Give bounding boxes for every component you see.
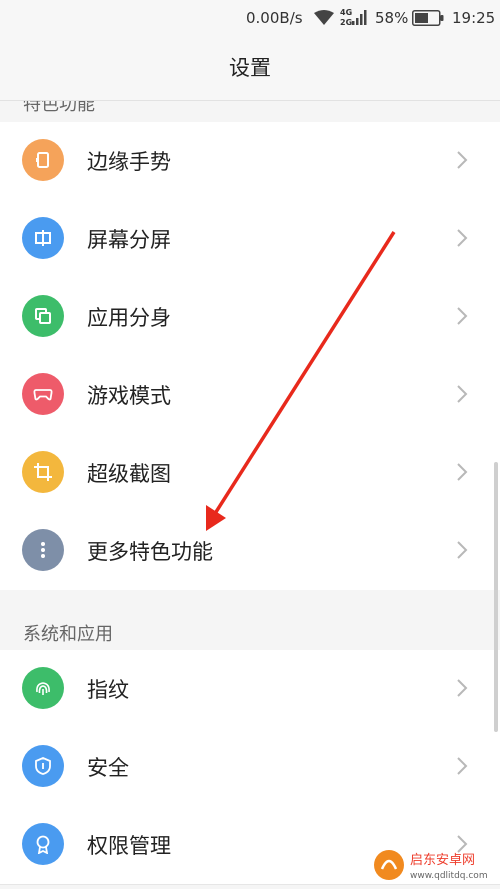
watermark-url: www.qdlitdq.com [410,871,488,881]
cell-signal-icon [352,10,367,25]
scrollbar[interactable] [494,462,498,732]
clock: 19:25 [452,9,496,27]
page-title: 设置 [229,56,271,80]
signal-2g-label: 2G [340,18,353,27]
row-label: 屏幕分屏 [87,228,171,252]
chevron-right-icon [457,757,468,775]
more-dots-icon [22,529,64,571]
row-label: 权限管理 [87,834,171,858]
signal-4g-label: 4G [340,8,353,17]
permission-badge-icon [22,823,64,865]
chevron-right-icon [457,307,468,325]
battery-percent: 58% [375,9,409,27]
split-screen-icon [22,217,64,259]
settings-row-more-features[interactable]: 更多特色功能 [0,512,500,591]
settings-row-split-screen[interactable]: 屏幕分屏 [0,200,500,279]
gamepad-icon [22,373,64,415]
watermark-brand: 启东安卓网 [410,853,475,868]
battery-icon [412,10,444,26]
chevron-right-icon [457,151,468,169]
chevron-right-icon [457,229,468,247]
app-clone-icon [22,295,64,337]
screenshot-crop-icon [22,451,64,493]
shield-icon [22,745,64,787]
settings-row-security[interactable]: 安全 [0,728,500,807]
row-label: 安全 [87,756,129,780]
chevron-right-icon [457,679,468,697]
row-label: 超级截图 [87,462,171,486]
network-speed: 0.00B/s [246,9,303,27]
settings-list[interactable]: 特色功能 边缘手势 屏幕分屏 应用分身 游戏模式 超级截图 更多特色功能 系统和… [0,101,500,889]
chevron-right-icon [457,385,468,403]
section-header-special-features: 特色功能 [0,101,500,119]
section-title: 特色功能 [23,101,95,115]
settings-row-fingerprint[interactable]: 指纹 [0,650,500,729]
fingerprint-icon [22,667,64,709]
edge-gesture-icon [22,139,64,181]
settings-row-super-screenshot[interactable]: 超级截图 [0,434,500,513]
row-label: 更多特色功能 [87,540,213,564]
settings-row-app-clone[interactable]: 应用分身 [0,278,500,357]
row-label: 指纹 [87,678,129,702]
section-title: 系统和应用 [23,624,113,645]
watermark-logo: 启东安卓网 www.qdlitdq.com [372,845,496,885]
status-bar: 0.00B/s 4G 2G 58% 19:25 [0,0,500,36]
title-bar: 设置 [0,36,500,101]
settings-row-edge-gesture[interactable]: 边缘手势 [0,122,500,201]
row-label: 边缘手势 [87,150,171,174]
chevron-right-icon [457,463,468,481]
row-label: 游戏模式 [87,384,171,408]
wifi-icon [314,10,334,25]
section-header-system-apps: 系统和应用 [0,590,500,650]
row-label: 应用分身 [87,306,171,330]
chevron-right-icon [457,541,468,559]
settings-row-game-mode[interactable]: 游戏模式 [0,356,500,435]
